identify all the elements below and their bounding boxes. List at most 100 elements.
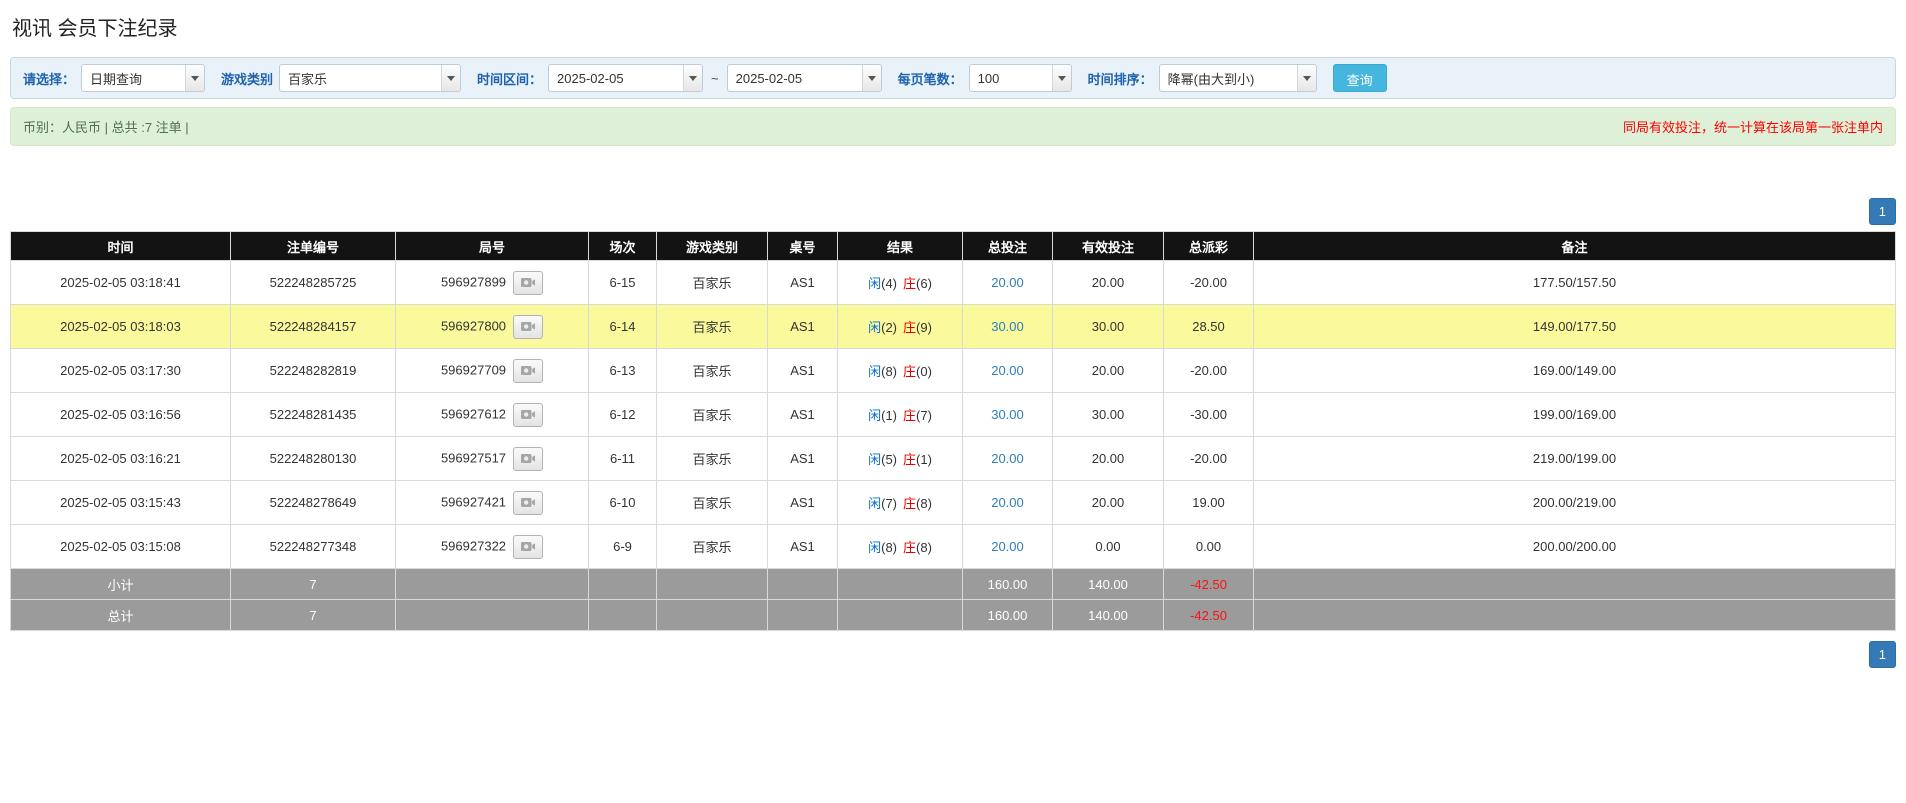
empty-cell bbox=[838, 569, 963, 600]
cell-valid-bet: 20.00 bbox=[1053, 437, 1164, 481]
cell-session: 6-13 bbox=[589, 349, 657, 393]
page-size-label: 每页笔数： bbox=[898, 69, 963, 88]
cell-table-no: AS1 bbox=[768, 349, 838, 393]
game-type-input[interactable] bbox=[280, 65, 441, 91]
table-row: 2025-02-05 03:18:41 522248285725 5969278… bbox=[11, 261, 1896, 305]
page-1-button[interactable]: 1 bbox=[1869, 198, 1896, 225]
filter-bar: 请选择： 游戏类别 时间区间： ~ 每页笔数： 时间排序： 查询 bbox=[10, 57, 1896, 99]
video-button[interactable] bbox=[513, 359, 543, 383]
cell-table-no: AS1 bbox=[768, 261, 838, 305]
caret-glyph bbox=[447, 76, 455, 81]
chevron-down-icon[interactable] bbox=[1297, 65, 1316, 91]
player-result-score: (8) bbox=[881, 540, 897, 555]
video-icon bbox=[520, 496, 536, 509]
cell-time: 2025-02-05 03:15:08 bbox=[11, 525, 231, 569]
player-result-score: (1) bbox=[881, 408, 897, 423]
betting-records-table: 时间 注单编号 局号 场次 游戏类别 桌号 结果 总投注 有效投注 总派彩 备注… bbox=[10, 231, 1896, 631]
total-row: 总计 7 160.00 140.00 -42.50 bbox=[11, 600, 1896, 631]
caret-glyph bbox=[689, 76, 697, 81]
search-button[interactable]: 查询 bbox=[1333, 64, 1387, 92]
total-bet-link[interactable]: 20.00 bbox=[991, 495, 1024, 510]
sort-order-label: 时间排序： bbox=[1088, 69, 1153, 88]
video-button[interactable] bbox=[513, 403, 543, 427]
date-to-input[interactable] bbox=[728, 65, 862, 91]
sort-order-select[interactable] bbox=[1159, 64, 1317, 92]
cell-table-no: AS1 bbox=[768, 481, 838, 525]
summary-currency-count: 币别：人民币 | 总共 :7 注单 | bbox=[23, 117, 189, 136]
cell-round: 596927800 bbox=[396, 305, 589, 349]
video-button[interactable] bbox=[513, 315, 543, 339]
video-button[interactable] bbox=[513, 447, 543, 471]
sort-order-input[interactable] bbox=[1160, 65, 1297, 91]
player-result-score: (2) bbox=[881, 320, 897, 335]
total-bet-link[interactable]: 30.00 bbox=[991, 319, 1024, 334]
col-time: 时间 bbox=[11, 232, 231, 261]
page-1-button[interactable]: 1 bbox=[1869, 641, 1896, 668]
cell-remark: 177.50/157.50 bbox=[1254, 261, 1896, 305]
video-button[interactable] bbox=[513, 271, 543, 295]
cell-time: 2025-02-05 03:16:56 bbox=[11, 393, 231, 437]
total-bet-link[interactable]: 20.00 bbox=[991, 451, 1024, 466]
pagination-top: 1 bbox=[10, 198, 1896, 225]
pagination-bottom: 1 bbox=[10, 641, 1896, 668]
chevron-down-icon[interactable] bbox=[1052, 65, 1071, 91]
cell-bet-id: 522248277348 bbox=[231, 525, 396, 569]
total-bet-link[interactable]: 20.00 bbox=[991, 539, 1024, 554]
cell-game-type: 百家乐 bbox=[657, 393, 768, 437]
banker-result-score: (0) bbox=[916, 364, 932, 379]
round-id: 596927899 bbox=[441, 274, 506, 289]
round-id: 596927709 bbox=[441, 362, 506, 377]
cell-game-type: 百家乐 bbox=[657, 261, 768, 305]
chevron-down-icon[interactable] bbox=[683, 65, 702, 91]
col-payout: 总派彩 bbox=[1164, 232, 1254, 261]
player-result-score: (4) bbox=[881, 276, 897, 291]
cell-remark: 199.00/169.00 bbox=[1254, 393, 1896, 437]
summary-bar: 币别：人民币 | 总共 :7 注单 | 同局有效投注，统一计算在该局第一张注单内 bbox=[10, 107, 1896, 146]
player-result-label: 闲 bbox=[868, 540, 881, 555]
cell-valid-bet: 30.00 bbox=[1053, 393, 1164, 437]
caret-glyph bbox=[1058, 76, 1066, 81]
col-total-bet: 总投注 bbox=[963, 232, 1053, 261]
chevron-down-icon[interactable] bbox=[441, 65, 460, 91]
table-header: 时间 注单编号 局号 场次 游戏类别 桌号 结果 总投注 有效投注 总派彩 备注 bbox=[11, 232, 1896, 261]
date-range-separator: ~ bbox=[709, 71, 721, 86]
cell-session: 6-15 bbox=[589, 261, 657, 305]
chevron-down-icon[interactable] bbox=[185, 65, 204, 91]
cell-game-type: 百家乐 bbox=[657, 437, 768, 481]
video-icon bbox=[520, 452, 536, 465]
total-bet-link[interactable]: 20.00 bbox=[991, 275, 1024, 290]
col-round: 局号 bbox=[396, 232, 589, 261]
date-from-select[interactable] bbox=[548, 64, 703, 92]
cell-round: 596927612 bbox=[396, 393, 589, 437]
cell-time: 2025-02-05 03:16:21 bbox=[11, 437, 231, 481]
page-size-select[interactable] bbox=[969, 64, 1072, 92]
date-query-input[interactable] bbox=[82, 65, 185, 91]
cell-table-no: AS1 bbox=[768, 525, 838, 569]
date-to-select[interactable] bbox=[727, 64, 882, 92]
cell-table-no: AS1 bbox=[768, 437, 838, 481]
empty-cell bbox=[396, 600, 589, 631]
player-result-label: 闲 bbox=[868, 452, 881, 467]
total-bet-link[interactable]: 30.00 bbox=[991, 407, 1024, 422]
date-query-select[interactable] bbox=[81, 64, 205, 92]
table-row: 2025-02-05 03:15:43 522248278649 5969274… bbox=[11, 481, 1896, 525]
cell-bet-id: 522248284157 bbox=[231, 305, 396, 349]
cell-payout: -20.00 bbox=[1164, 261, 1254, 305]
total-bet-link[interactable]: 20.00 bbox=[991, 363, 1024, 378]
chevron-down-icon[interactable] bbox=[862, 65, 881, 91]
game-type-select[interactable] bbox=[279, 64, 461, 92]
video-button[interactable] bbox=[513, 535, 543, 559]
cell-round: 596927899 bbox=[396, 261, 589, 305]
date-from-input[interactable] bbox=[549, 65, 683, 91]
cell-result: 闲(4)庄(6) bbox=[838, 261, 963, 305]
banker-result-label: 庄 bbox=[903, 452, 916, 467]
video-icon bbox=[520, 276, 536, 289]
empty-cell bbox=[589, 569, 657, 600]
empty-cell bbox=[768, 569, 838, 600]
banker-result-label: 庄 bbox=[903, 408, 916, 423]
cell-payout: -20.00 bbox=[1164, 349, 1254, 393]
cell-round: 596927517 bbox=[396, 437, 589, 481]
page-size-input[interactable] bbox=[970, 65, 1052, 91]
cell-time: 2025-02-05 03:18:41 bbox=[11, 261, 231, 305]
video-button[interactable] bbox=[513, 491, 543, 515]
